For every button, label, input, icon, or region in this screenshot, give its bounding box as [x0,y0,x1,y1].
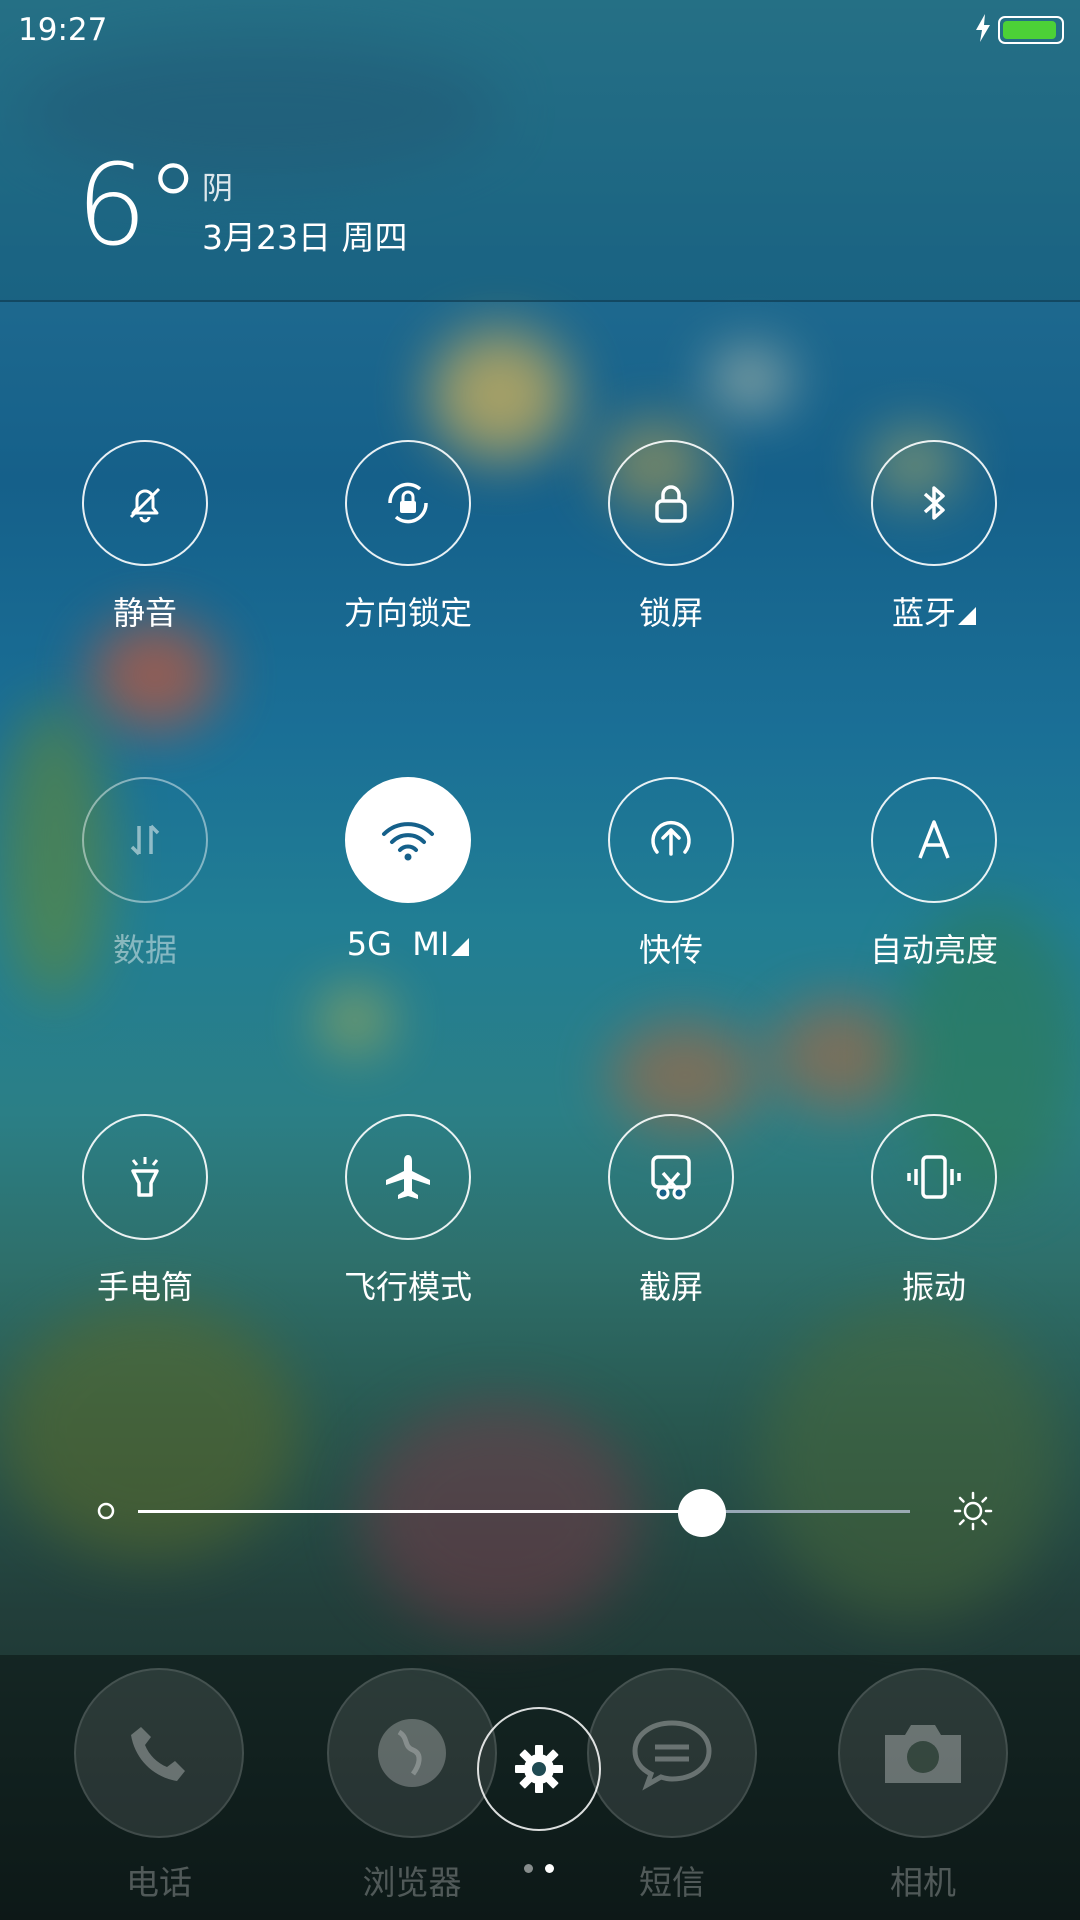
dock-app-phone[interactable]: 电话 [74,1668,244,1904]
brightness-fill [138,1510,702,1513]
battery-level [1003,21,1057,39]
dock-app-camera-label: 相机 [890,1863,956,1902]
battery-icon [998,16,1064,44]
page-dot-1 [524,1864,533,1873]
brightness-thumb[interactable] [677,1489,726,1537]
dock-app-camera[interactable]: 相机 [838,1668,1008,1904]
phone-icon [74,1668,244,1838]
bluetooth-icon [923,486,945,520]
status-time: 19:27 [18,12,108,48]
toggle-rotation-lock-label: 方向锁定 [343,594,472,632]
toggle-lock-screen[interactable]: 锁屏 [581,440,761,634]
settings-button[interactable] [477,1707,601,1831]
toggle-rotation-lock[interactable]: 方向锁定 [318,440,498,634]
toggle-vibrate-label: 振动 [901,1268,966,1306]
toggle-mobile-data[interactable]: 数据 [55,777,235,971]
messages-icon [587,1668,757,1838]
toggle-mobile-data-label: 数据 [112,931,177,969]
screenshot-icon [651,1155,691,1200]
toggle-airplane-mode-label: 飞行模式 [343,1268,472,1306]
charging-icon [974,14,992,46]
rotation-lock-icon [388,482,428,524]
bluetooth-menu-indicator [958,607,976,625]
toggle-auto-brightness[interactable]: 自动亮度 [844,777,1024,971]
dock-app-browser[interactable]: 浏览器 [327,1668,497,1904]
vibrate-icon [907,1155,961,1199]
toggle-screenshot[interactable]: 截屏 [581,1114,761,1308]
toggle-lock-screen-button[interactable] [608,440,734,566]
toggle-bluetooth-button[interactable] [871,440,997,566]
toggle-auto-brightness-button[interactable] [871,777,997,903]
browser-icon [327,1668,497,1838]
toggle-silent-label: 静音 [112,594,177,632]
toggle-auto-brightness-label: 自动亮度 [869,931,998,969]
toggle-screenshot-label: 截屏 [638,1268,703,1306]
lock-icon [655,485,687,523]
wifi-icon [382,822,434,861]
toggle-quick-transfer-label: 快传 [638,931,703,969]
gear-icon [515,1745,563,1793]
toggle-rotation-lock-button[interactable] [345,440,471,566]
toggle-bluetooth[interactable]: 蓝牙 [844,440,1024,634]
airplane-icon [386,1155,430,1199]
toggle-quick-transfer-button[interactable] [608,777,734,903]
toggle-vibrate[interactable]: 振动 [844,1114,1024,1308]
auto-brightness-icon [918,820,950,859]
weather-condition: 阴 [202,171,233,207]
page-dot-2 [545,1864,554,1873]
dock-app-messages-label: 短信 [639,1863,705,1902]
toggle-bluetooth-label: 蓝牙 [844,588,1024,634]
camera-icon [838,1668,1008,1838]
page-indicator [524,1864,554,1873]
brightness-high-icon [953,1491,993,1531]
toggle-vibrate-button[interactable] [871,1114,997,1240]
dock-app-messages[interactable]: 短信 [587,1668,757,1904]
flashlight-icon [131,1157,159,1197]
mobile-data-icon [130,824,160,856]
toggle-wifi[interactable]: 5G MI [318,777,498,963]
toggle-flashlight[interactable]: 手电筒 [55,1114,235,1308]
quick-transfer-icon [651,821,691,856]
brightness-slider[interactable] [94,1488,994,1537]
toggle-silent[interactable]: 静音 [55,440,235,634]
silent-bell-icon [129,487,161,523]
toggle-screenshot-button[interactable] [608,1114,734,1240]
dock-app-phone-label: 电话 [126,1863,192,1902]
toggle-airplane-mode-button[interactable] [345,1114,471,1240]
toggle-mobile-data-button[interactable] [82,777,208,903]
toggle-lock-screen-label: 锁屏 [638,594,703,632]
toggle-silent-button[interactable] [82,440,208,566]
status-icons [974,14,1064,46]
wifi-menu-indicator [451,938,470,956]
brightness-low-icon [97,1502,115,1520]
toggle-wifi-label: 5G MI [318,925,498,963]
dock-app-browser-label: 浏览器 [362,1863,462,1902]
toggle-flashlight-button[interactable] [82,1114,208,1240]
brightness-track[interactable] [138,1489,910,1537]
toggle-quick-transfer[interactable]: 快传 [581,777,761,971]
weather-temperature: 6° [76,141,201,271]
toggle-wifi-button[interactable] [345,777,471,903]
toggle-airplane-mode[interactable]: 飞行模式 [318,1114,498,1308]
weather-date: 3月23日 周四 [202,218,408,257]
toggle-flashlight-label: 手电筒 [96,1268,193,1306]
